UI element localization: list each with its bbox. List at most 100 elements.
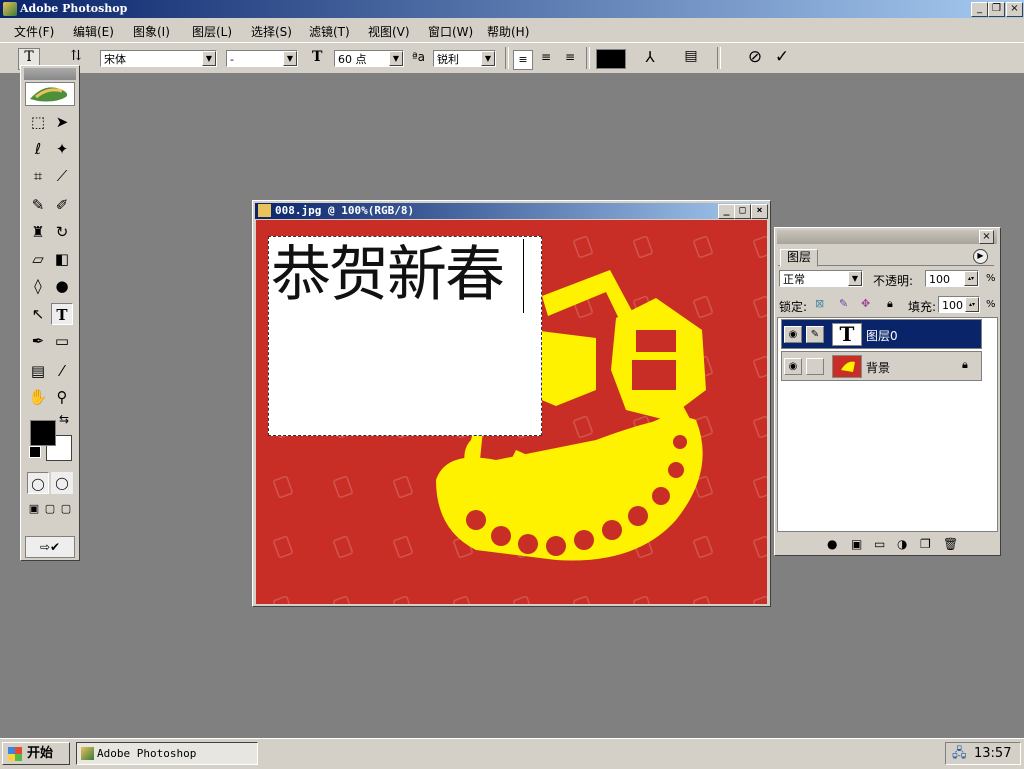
- text-color-swatch[interactable]: [596, 49, 626, 69]
- clock[interactable]: 13:57: [974, 743, 1011, 764]
- pen-tool-icon[interactable]: ✒: [27, 330, 49, 352]
- cancel-edit-icon[interactable]: ⊘: [745, 47, 765, 67]
- eye-icon[interactable]: ◉: [784, 326, 802, 343]
- menu-image[interactable]: 图象(I): [133, 23, 170, 40]
- path-select-icon[interactable]: ↖: [27, 303, 49, 325]
- maximize-icon[interactable]: □: [734, 204, 751, 219]
- taskbar-item-photoshop[interactable]: Adobe Photoshop: [76, 742, 258, 765]
- blend-mode-select[interactable]: 正常 ▼: [779, 270, 863, 287]
- adjustment-layer-icon[interactable]: ◑: [897, 537, 907, 551]
- text-bounding-box[interactable]: 恭贺新春: [268, 236, 542, 436]
- history-brush-icon[interactable]: ↻: [51, 221, 73, 243]
- lock-all-icon[interactable]: 🔒︎: [887, 297, 893, 311]
- shape-tool-icon[interactable]: ▭: [51, 330, 73, 352]
- eraser-tool-icon[interactable]: ▱: [27, 248, 49, 270]
- menu-view[interactable]: 视图(V): [368, 23, 410, 40]
- new-group-icon[interactable]: ▭: [874, 537, 885, 551]
- standard-mode-icon[interactable]: ◯: [27, 472, 49, 494]
- trash-icon[interactable]: 🗑︎: [943, 537, 958, 551]
- panel-grip[interactable]: ×: [777, 230, 997, 244]
- marquee-tool-icon[interactable]: ⬚: [27, 111, 49, 133]
- type-tool-icon[interactable]: T: [51, 303, 73, 325]
- app-title-bar[interactable]: Adobe Photoshop _ ❐ ×: [0, 0, 1024, 18]
- blur-tool-icon[interactable]: ◊: [27, 275, 49, 297]
- restore-icon[interactable]: ❐: [988, 2, 1005, 17]
- default-colors-icon[interactable]: [29, 446, 41, 458]
- image-canvas[interactable]: 恭贺新春: [256, 220, 767, 604]
- font-size-select[interactable]: 60 点 ▼: [334, 50, 404, 67]
- hand-tool-icon[interactable]: ✋: [27, 386, 49, 408]
- new-layer-icon[interactable]: ❐: [920, 537, 931, 551]
- layer-row-background[interactable]: ◉ 背景 🔒︎: [781, 351, 982, 381]
- tab-layers[interactable]: 图层: [780, 249, 819, 267]
- zoom-tool-icon[interactable]: ⚲: [51, 386, 73, 408]
- palettes-icon[interactable]: ▤: [681, 48, 701, 64]
- lock-position-icon[interactable]: ✥: [861, 297, 870, 310]
- divider: [717, 47, 721, 69]
- menu-file[interactable]: 文件(F): [14, 23, 54, 40]
- notes-tool-icon[interactable]: ▤: [27, 360, 49, 382]
- opacity-field[interactable]: 100 ▴▾: [925, 270, 979, 287]
- menu-filter[interactable]: 滤镜(T): [309, 23, 350, 40]
- brush-link-icon[interactable]: ✎: [806, 326, 824, 343]
- layer-row-text[interactable]: ◉ ✎ T 图层0: [781, 319, 982, 349]
- antialias-select[interactable]: 锐利 ▼: [433, 50, 496, 67]
- minimize-icon[interactable]: _: [971, 2, 988, 17]
- photoshop-app-icon: [3, 2, 17, 16]
- eye-icon[interactable]: ◉: [784, 358, 802, 375]
- lock-image-icon[interactable]: ✎: [839, 297, 848, 310]
- document-title-bar[interactable]: 008.jpg @ 100%(RGB/8) _ □ ×: [255, 203, 768, 219]
- text-orientation-icon[interactable]: ⇅: [66, 48, 86, 64]
- menu-help[interactable]: 帮助(H): [487, 23, 529, 40]
- photoshop-logo[interactable]: [25, 82, 75, 106]
- panel-tab-strip: 图层 ▶: [778, 248, 994, 267]
- crop-tool-icon[interactable]: ⌗: [27, 165, 49, 187]
- layer-style-icon[interactable]: ●: [827, 537, 837, 551]
- layer-name[interactable]: 图层0: [866, 327, 898, 344]
- burn-tool-icon[interactable]: ●: [51, 275, 73, 297]
- lock-icon: 🔒︎: [962, 358, 968, 371]
- fill-field[interactable]: 100 ▴▾: [938, 296, 980, 313]
- slice-tool-icon[interactable]: ⟋: [51, 165, 73, 187]
- jump-to-imageready-icon[interactable]: ⇨✔: [25, 536, 75, 558]
- foreground-color-swatch[interactable]: [30, 420, 56, 446]
- align-left-icon[interactable]: ≡: [513, 50, 533, 70]
- minimize-icon[interactable]: _: [718, 204, 735, 219]
- healing-brush-icon[interactable]: ✎: [27, 194, 49, 216]
- magic-wand-icon[interactable]: ✦: [51, 138, 73, 160]
- start-button[interactable]: 开始: [2, 742, 70, 765]
- lasso-tool-icon[interactable]: ℓ: [27, 138, 49, 160]
- close-icon[interactable]: ×: [751, 204, 768, 219]
- eyedropper-icon[interactable]: ⁄: [51, 360, 73, 382]
- commit-edit-icon[interactable]: ✓: [772, 47, 792, 67]
- menu-select[interactable]: 选择(S): [251, 23, 292, 40]
- panel-menu-icon[interactable]: ▶: [973, 249, 988, 264]
- gradient-tool-icon[interactable]: ◧: [51, 248, 73, 270]
- align-center-icon[interactable]: ≡: [537, 50, 555, 64]
- move-tool-icon[interactable]: ➤: [51, 111, 73, 133]
- menu-window[interactable]: 窗口(W): [428, 23, 473, 40]
- toolbox-grip[interactable]: [24, 68, 76, 80]
- warp-text-icon[interactable]: ⅄: [640, 48, 660, 66]
- quick-mask-icon[interactable]: ◯: [51, 472, 73, 494]
- add-mask-icon[interactable]: ▣: [851, 537, 862, 551]
- network-icon[interactable]: 🖧︎: [952, 743, 967, 764]
- close-icon[interactable]: ×: [1006, 2, 1023, 17]
- screen-mode-full-icon[interactable]: ▢: [58, 498, 74, 520]
- link-slot[interactable]: [806, 358, 824, 375]
- layer-name[interactable]: 背景: [866, 359, 890, 376]
- screen-mode-standard-icon[interactable]: ▣: [26, 498, 42, 520]
- align-right-icon[interactable]: ≡: [561, 50, 579, 64]
- canvas-text[interactable]: 恭贺新春: [271, 239, 505, 311]
- lock-transparency-icon[interactable]: ⊠: [815, 297, 824, 310]
- close-icon[interactable]: ×: [979, 230, 994, 244]
- font-style-select[interactable]: - ▼: [226, 50, 298, 67]
- menu-edit[interactable]: 编辑(E): [73, 23, 114, 40]
- opacity-unit: %: [986, 273, 996, 284]
- screen-mode-full-menu-icon[interactable]: ▢: [42, 498, 58, 520]
- brush-tool-icon[interactable]: ✐: [51, 194, 73, 216]
- clone-stamp-icon[interactable]: ♜: [27, 221, 49, 243]
- swap-colors-icon[interactable]: ⇆: [59, 412, 69, 426]
- menu-layer[interactable]: 图层(L): [192, 23, 232, 40]
- font-family-select[interactable]: 宋体 ▼: [100, 50, 217, 67]
